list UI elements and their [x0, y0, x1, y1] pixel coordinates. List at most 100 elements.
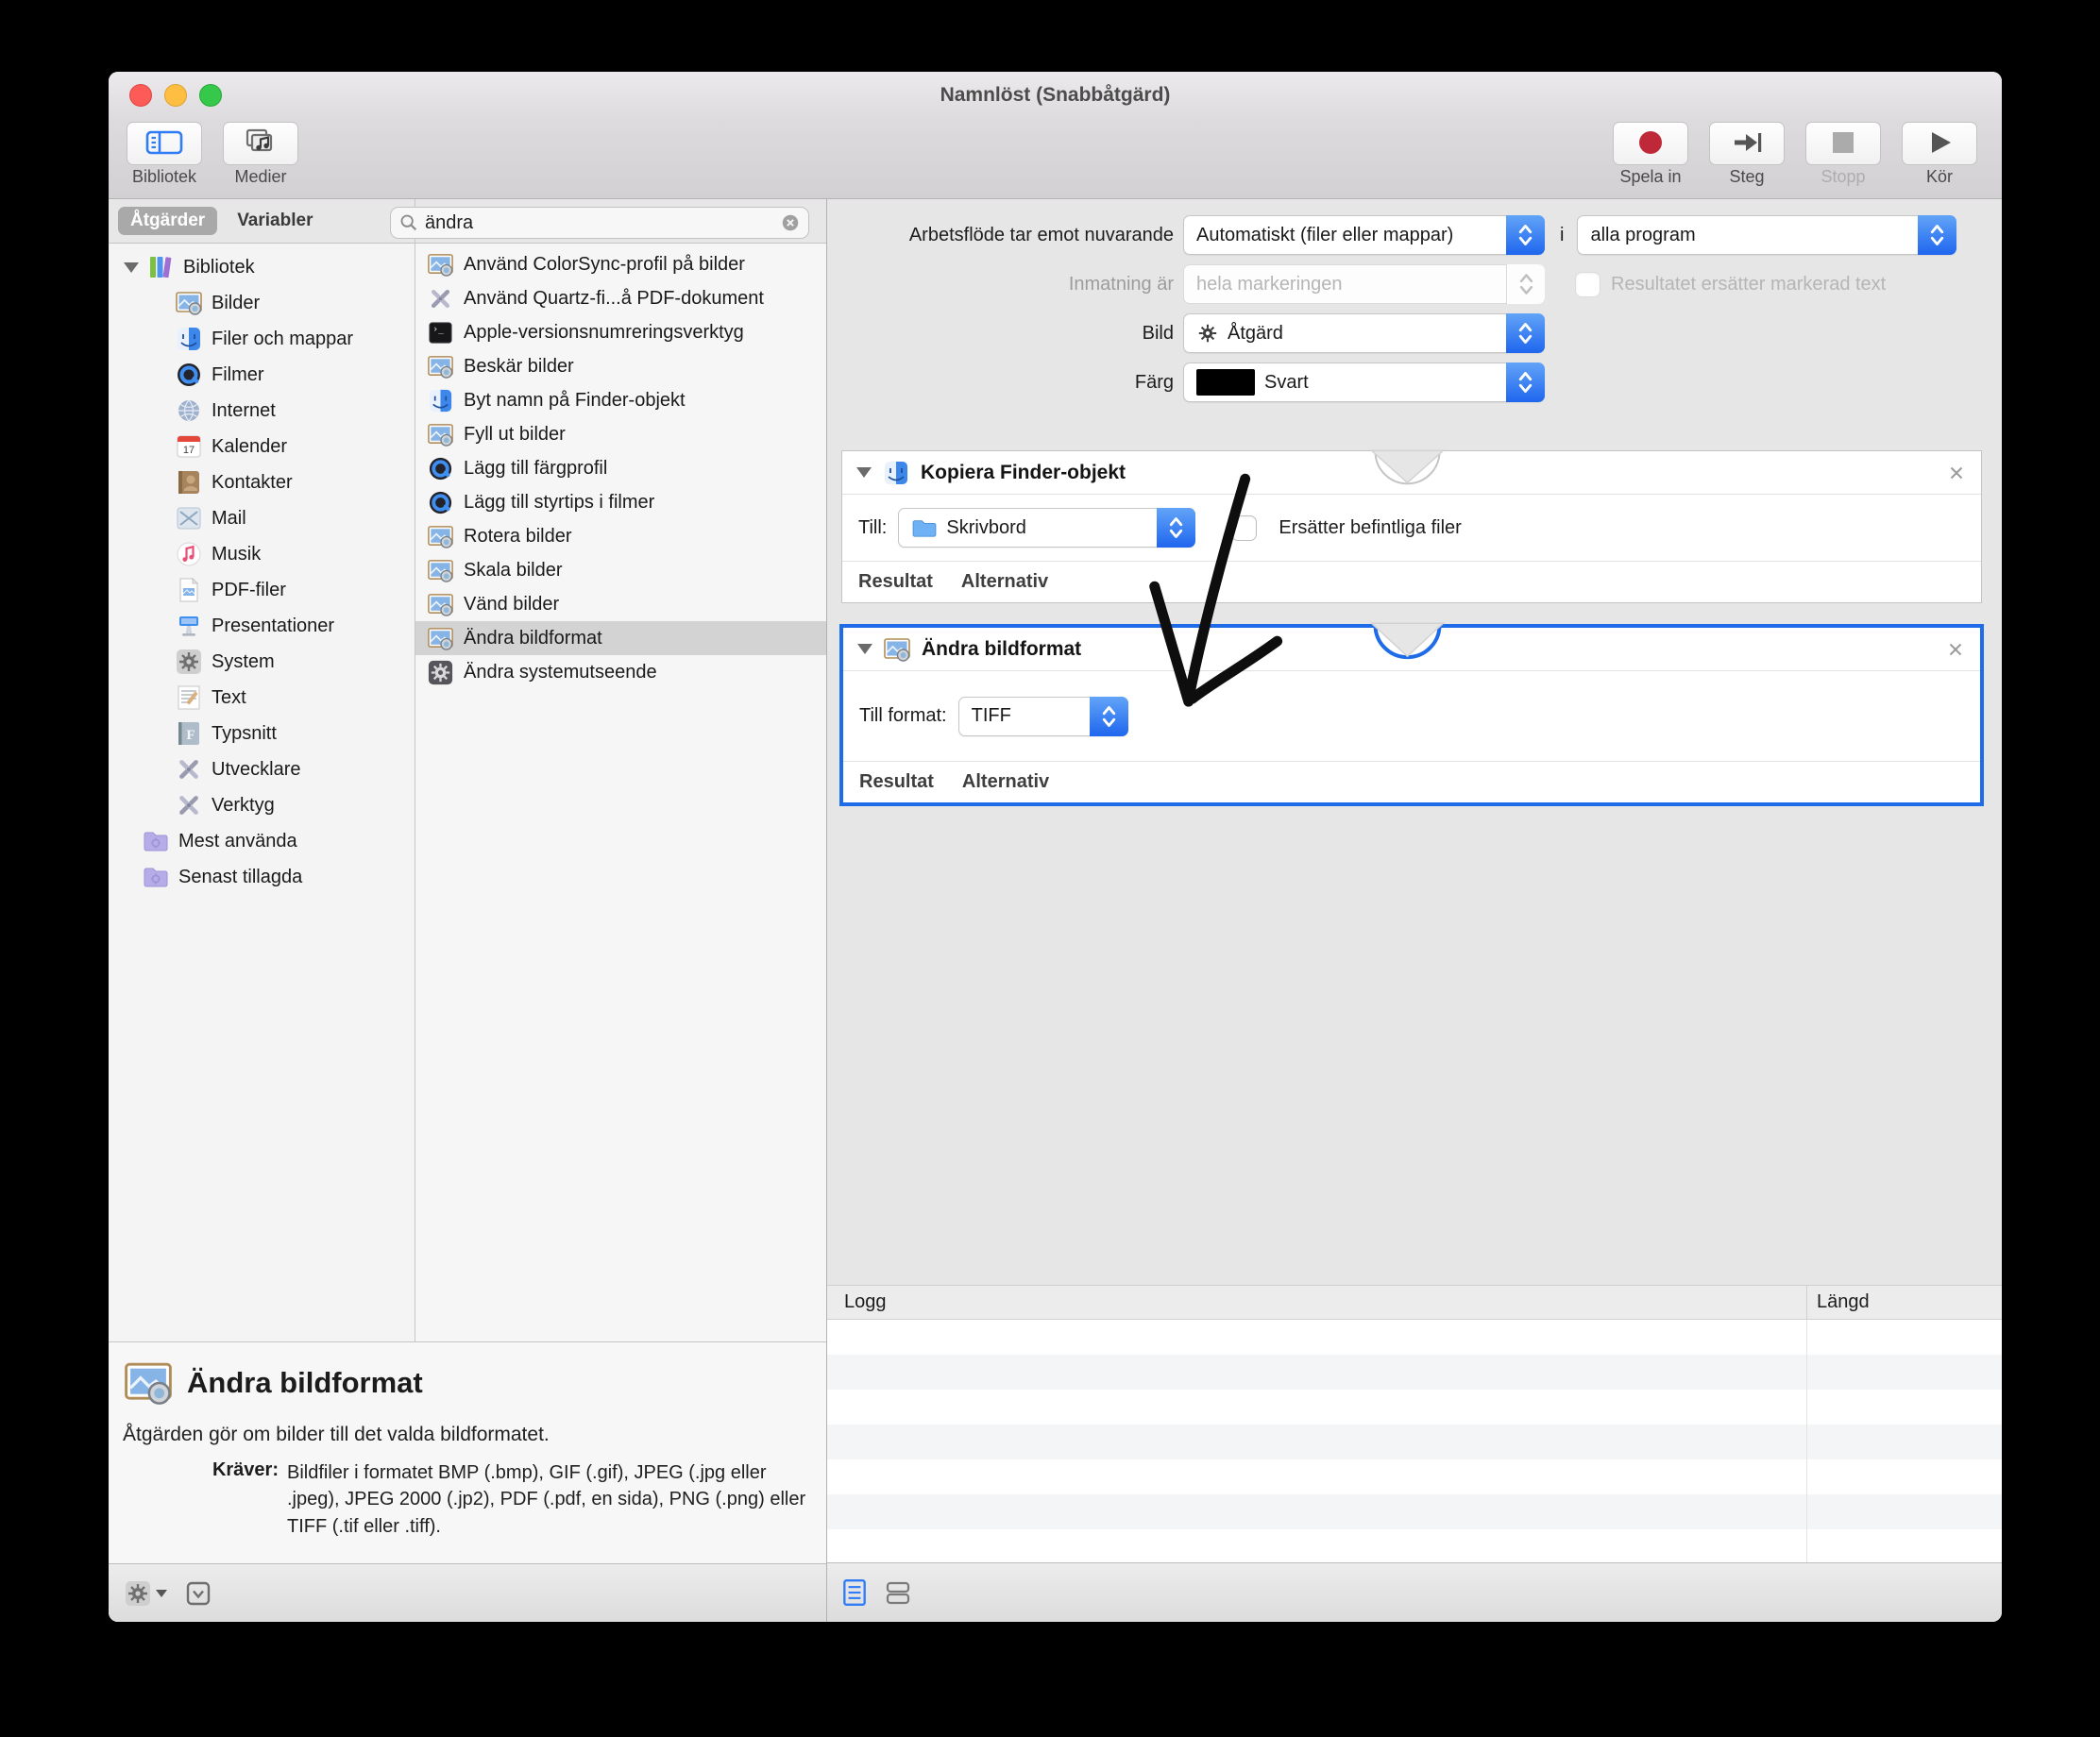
sidebar-item-utvecklare[interactable]: Utvecklare	[109, 751, 415, 787]
sidebar-item-mail[interactable]: Mail	[109, 500, 415, 536]
in-label: i	[1560, 224, 1565, 245]
disclosure-triangle-icon[interactable]	[857, 644, 872, 654]
color-popup[interactable]: Svart	[1183, 363, 1545, 402]
right-bottom-toolbar	[827, 1562, 2002, 1622]
action-item-12[interactable]: Ändra systemutseende	[415, 655, 826, 689]
sidebar-item-presentationer[interactable]: Presentationer	[109, 608, 415, 644]
gear-icon	[124, 1579, 152, 1608]
minimize-window-button[interactable]	[164, 84, 187, 107]
log-view-button[interactable]	[840, 1577, 869, 1608]
sidebar-tab-strip: Åtgärder Variabler	[109, 199, 415, 244]
sidebar-item-system[interactable]: System	[109, 644, 415, 680]
action-item-7[interactable]: Lägg till styrtips i filmer	[415, 485, 826, 519]
window-title: Namnlöst (Snabbåtgärd)	[940, 84, 1171, 106]
action-block-andra-bildformat[interactable]: Ändra bildformat Till format: TIFF Resul…	[839, 624, 1984, 806]
close-window-button[interactable]	[129, 84, 152, 107]
close-icon[interactable]	[1946, 463, 1967, 483]
replace-files-checkbox[interactable]	[1231, 514, 1258, 541]
sidebar-item-text[interactable]: Text	[109, 680, 415, 716]
workflow-receives-label: Arbetsflöde tar emot nuvarande	[908, 224, 1174, 245]
sidebar-item-senast-tillagda[interactable]: Senast tillagda	[109, 859, 415, 895]
search-field[interactable]	[390, 207, 809, 239]
alternativ-button[interactable]: Alternativ	[962, 771, 1049, 793]
toolbar-button-sidebar: Bibliotek	[126, 122, 203, 198]
zoom-window-button[interactable]	[199, 84, 222, 107]
action-block-kopiera-finder-objekt[interactable]: Kopiera Finder-objekt Till: Skrivbord Er…	[841, 450, 1982, 603]
variables-view-button[interactable]	[884, 1577, 912, 1608]
record-button[interactable]	[1613, 122, 1688, 165]
sidebar-item-kontakter[interactable]: Kontakter	[109, 464, 415, 500]
media-button[interactable]	[223, 122, 298, 165]
tab-variabler[interactable]: Variabler	[225, 207, 325, 235]
tools-icon	[427, 285, 454, 312]
alternativ-button[interactable]: Alternativ	[961, 571, 1048, 593]
action-item-0[interactable]: Använd ColorSync-profil på bilder	[415, 247, 826, 281]
action-item-5[interactable]: Fyll ut bilder	[415, 417, 826, 451]
sidebar-item-label: Filer och mappar	[212, 328, 354, 349]
search-input[interactable]	[425, 211, 780, 234]
destination-popup[interactable]: Skrivbord	[898, 508, 1196, 548]
sidebar-item-kalender[interactable]: 17 Kalender	[109, 429, 415, 464]
sidebar-item-label: Typsnitt	[212, 722, 277, 744]
action-item-3[interactable]: Beskär bilder	[415, 349, 826, 383]
sidebar-item-filmer[interactable]: Filmer	[109, 357, 415, 393]
disclosure-triangle-icon[interactable]	[856, 467, 872, 478]
popup-stepper-icon	[1157, 508, 1196, 548]
image-popup[interactable]: Åtgärd	[1183, 313, 1545, 353]
sidebar-item-label: Kalender	[212, 435, 288, 457]
action-item-10[interactable]: Vänd bilder	[415, 587, 826, 621]
sidebar-item-bibliotek[interactable]: Bibliotek	[109, 249, 415, 285]
log-column-divider	[1806, 1286, 1807, 1319]
popup-stepper-icon	[1506, 264, 1545, 304]
stop-button[interactable]	[1805, 122, 1881, 165]
action-item-8[interactable]: Rotera bilder	[415, 519, 826, 553]
disclosure-triangle-icon[interactable]	[124, 261, 139, 273]
sidebar-item-filer-och-mappar[interactable]: Filer och mappar	[109, 321, 415, 357]
main-toolbar: Bibliotek Medier Spela in Steg Stopp Kör	[109, 119, 2002, 199]
sidebar-item-internet[interactable]: Internet	[109, 393, 415, 429]
action-menu-button[interactable]	[124, 1579, 167, 1608]
action-item-11[interactable]: Ändra bildformat	[415, 621, 826, 655]
action-item-1[interactable]: Använd Quartz-fi...å PDF-dokument	[415, 281, 826, 315]
gear-dark-icon	[427, 659, 454, 686]
sidebar-item-bilder[interactable]: Bilder	[109, 285, 415, 321]
toolbar-button-step: Steg	[1708, 122, 1786, 198]
calendar-icon: 17	[175, 432, 203, 461]
sidebar-item-pdf-filer[interactable]: PDF-filer	[109, 572, 415, 608]
action-item-9[interactable]: Skala bilder	[415, 553, 826, 587]
clear-search-icon[interactable]	[780, 212, 801, 233]
sidebar-item-mest-anv-nda[interactable]: Mest använda	[109, 823, 415, 859]
action-item-label: Skala bilder	[464, 559, 563, 581]
block-header: Ändra bildformat	[843, 628, 1980, 671]
format-popup[interactable]: TIFF	[957, 696, 1128, 736]
resultat-button[interactable]: Resultat	[859, 771, 934, 793]
input-type-popup[interactable]: Automatiskt (filer eller mappar)	[1183, 215, 1545, 255]
sidebar-item-musik[interactable]: Musik	[109, 536, 415, 572]
toolbar-button-label: Stopp	[1821, 167, 1866, 186]
sidebar-item-typsnitt[interactable]: F Typsnitt	[109, 716, 415, 751]
tools-icon	[175, 755, 203, 784]
quicktime-icon	[427, 455, 454, 482]
resultat-button[interactable]: Resultat	[858, 571, 933, 593]
application-popup[interactable]: alla program	[1577, 215, 1957, 255]
description-body: Åtgärden gör om bilder till det valda bi…	[123, 1424, 550, 1445]
workflow-pane: Arbetsflöde tar emot nuvarande Automatis…	[826, 199, 2002, 1622]
action-gear-icon	[1196, 322, 1219, 345]
action-item-2[interactable]: ›_ Apple-versionsnumreringsverktyg	[415, 315, 826, 349]
step-icon	[1726, 127, 1768, 160]
sidebar-item-verktyg[interactable]: Verktyg	[109, 787, 415, 823]
insert-panel-button[interactable]	[184, 1578, 212, 1609]
image-icon	[883, 635, 911, 664]
run-button[interactable]	[1902, 122, 1977, 165]
close-icon[interactable]	[1945, 639, 1966, 660]
action-item-6[interactable]: Lägg till färgprofil	[415, 451, 826, 485]
action-item-4[interactable]: Byt namn på Finder-objekt	[415, 383, 826, 417]
smart-folder-icon	[142, 863, 170, 891]
step-button[interactable]	[1709, 122, 1785, 165]
chevron-down-icon	[156, 1590, 167, 1597]
screen: Namnlöst (Snabbåtgärd) Bibliotek Medier S…	[0, 0, 2100, 1737]
automator-window: Namnlöst (Snabbåtgärd) Bibliotek Medier S…	[109, 72, 2002, 1622]
sidebar-button[interactable]	[127, 122, 202, 165]
tab-atgarder[interactable]: Åtgärder	[118, 207, 218, 235]
toolbar-button-label: Medier	[234, 167, 287, 186]
